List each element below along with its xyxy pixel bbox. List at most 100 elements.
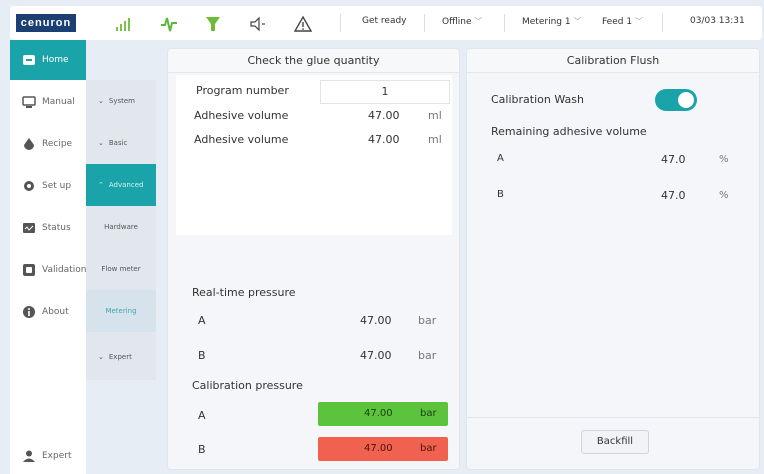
- subnav-flowmeter[interactable]: Flow meter: [86, 248, 156, 290]
- nav-label: Home: [42, 55, 69, 65]
- gear-icon: [24, 181, 34, 191]
- home-icon: [23, 55, 35, 65]
- chevron-down-icon: ﹀: [634, 17, 643, 26]
- program-number-input[interactable]: 1: [320, 80, 450, 104]
- subnav-system[interactable]: ⌄ System: [86, 80, 156, 122]
- adhesive-unit: ml: [428, 109, 442, 122]
- nav-item-validation[interactable]: Validation: [10, 250, 86, 290]
- info-icon: [23, 306, 35, 318]
- nav-label: Status: [42, 223, 71, 233]
- adhesive-unit: ml: [428, 133, 442, 146]
- pressure-value: 47.00: [364, 408, 393, 419]
- subnav-label: Flow meter: [101, 265, 141, 273]
- subnav-basic[interactable]: ⌄ Basic: [86, 122, 156, 164]
- calibration-wash-label: Calibration Wash: [491, 93, 584, 106]
- remaining-unit: %: [719, 190, 729, 201]
- calibration-pressure-b-cell: 47.00 bar: [318, 437, 448, 461]
- divider: [424, 14, 425, 32]
- connection-dropdown[interactable]: Offline ﹀: [442, 16, 482, 27]
- pressure-unit: bar: [418, 314, 437, 327]
- pressure-label: A: [198, 409, 206, 422]
- subnav-hardware[interactable]: Hardware: [86, 206, 156, 248]
- remaining-value: 47.0: [661, 153, 686, 166]
- status-text: Get ready: [362, 16, 407, 26]
- calibration-pressure-a-cell: 47.00 bar: [318, 402, 448, 426]
- divider: [340, 14, 341, 32]
- calibration-wash-toggle[interactable]: [655, 89, 697, 111]
- subnav-label: Expert: [108, 353, 132, 361]
- feed-dropdown[interactable]: Feed 1 ﹀: [602, 16, 643, 27]
- signal-icon: [116, 18, 130, 31]
- chevron-down-icon: ⌄: [98, 353, 104, 361]
- divider: [504, 14, 505, 32]
- pressure-unit: bar: [420, 408, 437, 419]
- subnav-advanced[interactable]: ⌃ Advanced: [86, 164, 156, 206]
- remaining-value: 47.0: [661, 189, 686, 202]
- user-icon: [23, 450, 35, 462]
- adhesive-label: Adhesive volume: [194, 109, 289, 122]
- validation-icon: [23, 264, 35, 276]
- remaining-volume-title: Remaining adhesive volume: [491, 125, 647, 138]
- nav-label: About: [42, 307, 69, 317]
- nav-item-about[interactable]: About: [10, 292, 86, 332]
- status-icon: [23, 223, 35, 233]
- sub-nav: ⌄ System ⌄ Basic ⌃ Advanced Hardware Flo…: [86, 80, 156, 380]
- nav-item-status[interactable]: Status: [10, 208, 86, 248]
- pulse-icon: [161, 17, 177, 32]
- calibration-flush-panel: Calibration Flush Calibration Wash Remai…: [466, 48, 760, 470]
- pressure-value: 47.00: [364, 443, 393, 454]
- chevron-down-icon: ﹀: [474, 17, 483, 26]
- adhesive-value: 47.00: [368, 109, 400, 122]
- remaining-label: B: [497, 189, 504, 200]
- nav-label: Validation: [42, 265, 87, 275]
- pressure-label: A: [198, 314, 206, 327]
- toggle-knob: [678, 92, 694, 108]
- monitor-icon: [22, 96, 36, 108]
- glue-check-panel: Check the glue quantity Program number 1…: [167, 48, 460, 470]
- divider: [662, 14, 663, 32]
- connection-value: Offline: [442, 17, 472, 27]
- main-nav: Home Manual Recipe Set up Status Validat…: [10, 40, 86, 474]
- funnel-icon: [206, 17, 220, 31]
- backfill-button[interactable]: Backfill: [581, 430, 649, 454]
- user-item[interactable]: Expert: [10, 436, 86, 474]
- pressure-label: B: [198, 349, 206, 362]
- panel-title: Calibration Flush: [467, 49, 759, 73]
- subnav-label: Basic: [108, 139, 128, 147]
- datetime: 03/03 13:31: [690, 16, 745, 26]
- speaker-icon[interactable]: [248, 15, 266, 33]
- nav-item-manual[interactable]: Manual: [10, 82, 86, 122]
- pressure-value: 47.00: [360, 349, 392, 362]
- nav-label: Set up: [42, 181, 72, 191]
- program-label: Program number: [196, 84, 289, 97]
- top-bar: cenuron Get ready Offline ﹀ Metering 1 ﹀…: [10, 6, 762, 40]
- drop-icon: [24, 138, 34, 150]
- chevron-down-icon: ﹀: [573, 17, 582, 26]
- nav-item-setup[interactable]: Set up: [10, 166, 86, 206]
- adhesive-label: Adhesive volume: [194, 133, 289, 146]
- divider: [467, 417, 759, 418]
- metering-dropdown[interactable]: Metering 1 ﹀: [522, 16, 581, 27]
- pressure-unit: bar: [420, 443, 437, 454]
- subnav-label: Metering: [105, 307, 137, 315]
- chevron-up-icon: ⌃: [98, 181, 104, 189]
- realtime-pressure-title: Real-time pressure: [192, 286, 296, 299]
- nav-label: Recipe: [42, 139, 73, 149]
- subnav-expert[interactable]: ⌄ Expert: [86, 336, 156, 378]
- subnav-label: Hardware: [104, 223, 138, 231]
- calibration-pressure-title: Calibration pressure: [192, 379, 303, 392]
- metering-value: Metering 1: [522, 17, 571, 27]
- pressure-unit: bar: [418, 349, 437, 362]
- warning-icon[interactable]: [294, 15, 312, 33]
- panel-title: Check the glue quantity: [168, 49, 459, 73]
- subnav-metering[interactable]: Metering: [86, 290, 156, 332]
- subnav-label: Advanced: [108, 181, 144, 189]
- remaining-label: A: [497, 153, 504, 164]
- chevron-down-icon: ⌄: [98, 97, 104, 105]
- adhesive-value: 47.00: [368, 133, 400, 146]
- subnav-label: System: [108, 97, 135, 105]
- nav-item-home[interactable]: Home: [10, 40, 86, 80]
- nav-item-recipe[interactable]: Recipe: [10, 124, 86, 164]
- feed-value: Feed 1: [602, 17, 633, 27]
- nav-label: Manual: [42, 97, 75, 107]
